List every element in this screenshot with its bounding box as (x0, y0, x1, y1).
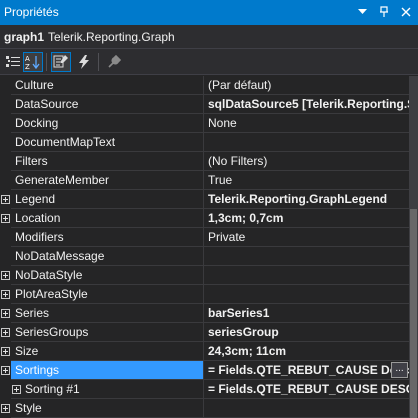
property-row[interactable]: GenerateMember True (0, 171, 409, 190)
expand-icon[interactable] (0, 342, 11, 361)
property-name[interactable]: NoDataMessage (11, 247, 204, 266)
properties-toolbar: A Z (0, 49, 418, 75)
title-bar: Propriétés (0, 0, 418, 25)
property-value[interactable]: seriesGroup (204, 323, 409, 342)
property-name[interactable]: NoDataStyle (11, 266, 204, 285)
property-name[interactable]: Legend (11, 190, 204, 209)
close-icon[interactable] (398, 4, 414, 20)
property-value[interactable]: sqlDataSource5 [Telerik.Reporting.SqlDat… (204, 95, 409, 114)
property-row[interactable]: NoDataMessage (0, 247, 409, 266)
property-row[interactable]: Sortings = Fields.QTE_REBUT_CAUSE Desc... (0, 361, 409, 380)
property-name[interactable]: Sortings (11, 361, 204, 380)
property-row[interactable]: Location 1,3cm; 0,7cm (0, 209, 409, 228)
expand-icon[interactable] (0, 209, 11, 228)
property-value[interactable]: Telerik.Reporting.GraphLegend (204, 190, 409, 209)
expand-icon[interactable] (0, 285, 11, 304)
alphabetical-icon[interactable]: A Z (23, 52, 43, 72)
property-value[interactable] (204, 399, 409, 418)
property-row[interactable]: DataSource sqlDataSource5 [Telerik.Report… (0, 95, 409, 114)
expand-icon[interactable] (0, 361, 11, 380)
toolbar-separator-2 (98, 53, 99, 71)
pin-icon[interactable] (376, 4, 392, 20)
property-value[interactable]: (No Filters) (204, 152, 409, 171)
row-margin (0, 133, 11, 152)
property-row[interactable]: Docking None (0, 114, 409, 133)
property-name[interactable]: Style (11, 399, 204, 418)
property-row[interactable]: Style (0, 399, 409, 418)
property-name[interactable]: Sorting #1 (11, 380, 204, 399)
property-name[interactable]: Filters (11, 152, 204, 171)
property-value[interactable]: (Par défaut) (204, 76, 409, 95)
toolbar-separator (46, 53, 47, 71)
property-name[interactable]: Docking (11, 114, 204, 133)
property-name[interactable]: SeriesGroups (11, 323, 204, 342)
property-name[interactable]: Series (11, 304, 204, 323)
object-name: graph1 (4, 30, 45, 44)
row-margin (0, 76, 11, 95)
property-value[interactable]: = Fields.QTE_REBUT_CAUSE Desc (204, 361, 409, 380)
property-row[interactable]: Culture (Par défaut) (0, 76, 409, 95)
property-value[interactable]: 24,3cm; 11cm (204, 342, 409, 361)
properties-icon[interactable] (51, 52, 71, 72)
row-margin (0, 114, 11, 133)
property-value[interactable]: = Fields.QTE_REBUT_CAUSE DESC (204, 380, 409, 399)
svg-text:A: A (25, 55, 30, 63)
property-row[interactable]: Modifiers Private (0, 228, 409, 247)
property-row[interactable]: Filters (No Filters) (0, 152, 409, 171)
row-margin (0, 247, 11, 266)
property-row[interactable]: Sorting #1 = Fields.QTE_REBUT_CAUSE DESC (0, 380, 409, 399)
property-value[interactable]: None (204, 114, 409, 133)
object-type: Telerik.Reporting.Graph (48, 30, 175, 44)
property-value[interactable] (204, 285, 409, 304)
window-title: Propriétés (4, 5, 59, 19)
property-value[interactable] (204, 247, 409, 266)
title-bar-buttons (354, 4, 414, 20)
property-row[interactable]: Series barSeries1 (0, 304, 409, 323)
categorized-icon[interactable] (3, 52, 23, 72)
object-selector[interactable]: graph1 Telerik.Reporting.Graph (0, 25, 418, 49)
property-grid: Culture (Par défaut) DataSource sqlDataSour… (0, 76, 409, 418)
property-value[interactable]: barSeries1 (204, 304, 409, 323)
property-name[interactable]: Size (11, 342, 204, 361)
property-value[interactable]: True (204, 171, 409, 190)
ellipsis-button[interactable]: ... (391, 362, 408, 378)
property-row[interactable]: PlotAreaStyle (0, 285, 409, 304)
property-row[interactable]: SeriesGroups seriesGroup (0, 323, 409, 342)
events-icon[interactable] (74, 52, 94, 72)
property-name[interactable]: DocumentMapText (11, 133, 204, 152)
property-row[interactable]: Size 24,3cm; 11cm (0, 342, 409, 361)
property-row[interactable]: DocumentMapText (0, 133, 409, 152)
property-name[interactable]: DataSource (11, 95, 204, 114)
property-name[interactable]: Culture (11, 76, 204, 95)
vertical-scrollbar[interactable] (409, 76, 418, 418)
property-value[interactable] (204, 266, 409, 285)
property-name[interactable]: Location (11, 209, 204, 228)
expand-icon[interactable] (0, 266, 11, 285)
property-value[interactable] (204, 133, 409, 152)
expand-icon[interactable] (0, 304, 11, 323)
expand-icon[interactable] (0, 190, 11, 209)
row-margin (0, 152, 11, 171)
expand-icon[interactable] (0, 399, 11, 418)
scrollbar-thumb[interactable] (410, 209, 417, 418)
row-margin (0, 228, 11, 247)
property-pages-icon[interactable] (104, 52, 124, 72)
property-value[interactable]: Private (204, 228, 409, 247)
property-name[interactable]: GenerateMember (11, 171, 204, 190)
property-name[interactable]: PlotAreaStyle (11, 285, 204, 304)
row-margin (0, 171, 11, 190)
expand-icon[interactable] (0, 323, 11, 342)
property-name[interactable]: Modifiers (11, 228, 204, 247)
window-position-dropdown-icon[interactable] (354, 4, 370, 20)
svg-text:Z: Z (25, 63, 30, 70)
property-value[interactable]: 1,3cm; 0,7cm (204, 209, 409, 228)
property-row[interactable]: NoDataStyle (0, 266, 409, 285)
row-margin (0, 95, 11, 114)
property-row[interactable]: Legend Telerik.Reporting.GraphLegend (0, 190, 409, 209)
